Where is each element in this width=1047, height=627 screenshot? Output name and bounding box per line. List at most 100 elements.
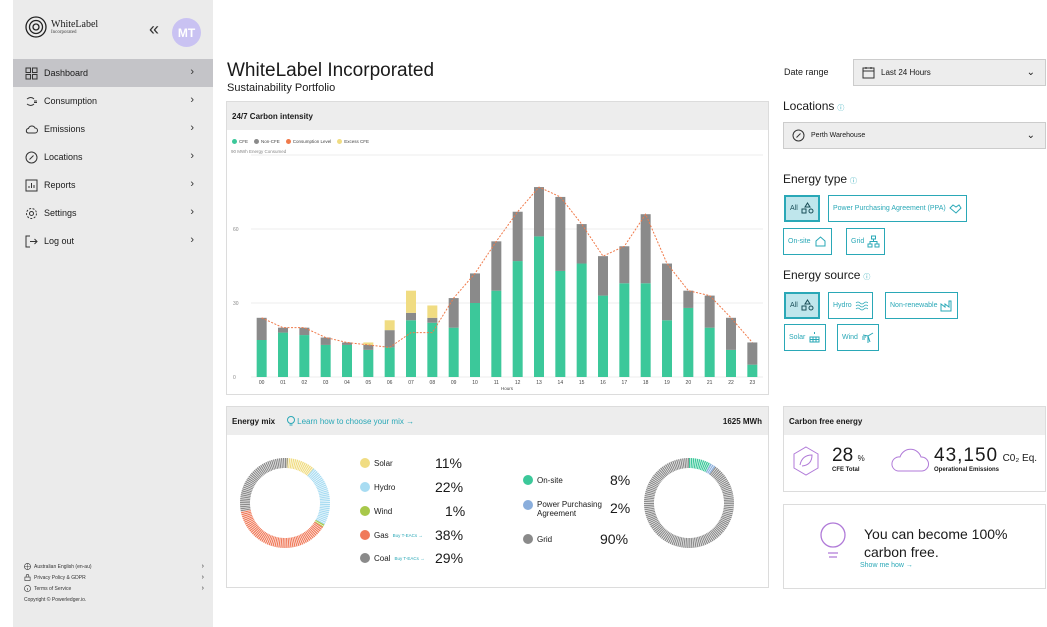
brand-sub: Incorporated bbox=[51, 29, 77, 35]
energy-type-onsite-chip[interactable]: On-site bbox=[783, 228, 832, 255]
date-range-label: Date range bbox=[784, 67, 829, 77]
date-range-select[interactable]: Last 24 Hours ⌄ bbox=[853, 59, 1046, 86]
language-label: Australian English (en-au) bbox=[34, 563, 92, 570]
gas-swatch bbox=[360, 530, 370, 540]
grid-swatch bbox=[523, 534, 533, 544]
logo-spiral-icon bbox=[25, 16, 47, 38]
mix-source-solar: Solar 11% bbox=[360, 455, 462, 471]
bar-cfe bbox=[256, 340, 267, 377]
sidebar-item-logout[interactable]: Log out › bbox=[13, 227, 213, 255]
bar-cfe bbox=[598, 295, 608, 377]
sidebar-item-label: Reports bbox=[44, 180, 76, 190]
info-icon[interactable]: ⓘ bbox=[850, 178, 857, 185]
chevron-right-icon: › bbox=[190, 94, 194, 106]
bar-noncfe bbox=[534, 187, 544, 237]
bar-cfe bbox=[576, 263, 587, 377]
chip-label: All bbox=[790, 205, 798, 212]
energy-source-title: Energy source ⓘ bbox=[783, 268, 871, 282]
wind-turbine-icon bbox=[861, 332, 874, 343]
info-icon[interactable]: ⓘ bbox=[837, 105, 844, 112]
source-pct: 29% bbox=[435, 550, 464, 566]
x-tick-label: 18 bbox=[643, 380, 649, 386]
sidebar: WhiteLabel Incorporated « MT Dashboard ›… bbox=[13, 0, 213, 627]
x-tick-label: 23 bbox=[750, 380, 756, 386]
bar-excess bbox=[384, 320, 395, 331]
x-tick-label: 13 bbox=[536, 380, 542, 386]
sidebar-item-label: Log out bbox=[44, 236, 75, 246]
energy-mix-header: Energy mix Learn how to choose your mix … bbox=[227, 407, 768, 435]
bar-excess bbox=[406, 290, 416, 313]
info-icon[interactable]: ⓘ bbox=[863, 274, 870, 281]
x-tick-label: 16 bbox=[600, 380, 606, 386]
chevron-right-icon: › bbox=[190, 234, 194, 246]
energy-source-wind-chip[interactable]: Wind bbox=[837, 324, 879, 351]
lightbulb-icon bbox=[820, 522, 846, 558]
energy-type-grid-chip[interactable]: Grid bbox=[846, 228, 886, 255]
carbon-intensity-title: 24/7 Carbon intensity bbox=[227, 102, 768, 130]
donut-slice-solar bbox=[284, 458, 314, 477]
terms-link[interactable]: Terms of Service › bbox=[24, 583, 204, 594]
sidebar-item-settings[interactable]: Settings › bbox=[13, 199, 213, 227]
bar-cfe bbox=[726, 349, 736, 377]
mix-type-grid: Grid 90% bbox=[523, 531, 628, 547]
shapes-icon bbox=[801, 202, 814, 214]
language-link[interactable]: Australian English (en-au) › bbox=[24, 561, 204, 572]
bar-noncfe bbox=[427, 317, 438, 323]
chip-label: Solar bbox=[789, 334, 806, 341]
bar-noncfe bbox=[491, 241, 502, 291]
sidebar-item-label: Emissions bbox=[44, 124, 86, 134]
hydro-swatch bbox=[360, 482, 370, 492]
show-me-how-link[interactable]: Show me how → bbox=[860, 562, 913, 569]
energy-type-ppa-chip[interactable]: Power Purchasing Agreement (PPA) bbox=[828, 195, 967, 222]
sidebar-item-label: Settings bbox=[44, 208, 77, 218]
source-pct: 1% bbox=[445, 503, 466, 519]
energy-source-solar-chip[interactable]: Solar bbox=[784, 324, 827, 351]
cfe-pct-value: 28 bbox=[832, 445, 854, 466]
bar-cfe bbox=[747, 364, 758, 377]
buy-teacs-link[interactable]: Buy T-EACs → bbox=[393, 533, 423, 538]
sidebar-item-emissions[interactable]: Emissions › bbox=[13, 115, 213, 143]
bar-cfe bbox=[683, 307, 694, 377]
brand-logo[interactable]: WhiteLabel Incorporated bbox=[25, 16, 98, 38]
energy-mix-card: Energy mix Learn how to choose your mix … bbox=[226, 406, 769, 588]
buy-teacs-link[interactable]: Buy T-EACs → bbox=[394, 556, 424, 561]
learn-mix-link[interactable]: Learn how to choose your mix → bbox=[285, 415, 414, 427]
source-label: Solar bbox=[374, 458, 393, 468]
chip-label: Non-renewable bbox=[890, 302, 938, 309]
chip-label: Power Purchasing Agreement (PPA) bbox=[833, 205, 946, 212]
energy-source-nonrenewable-chip[interactable]: Non-renewable bbox=[885, 292, 959, 319]
info-icon bbox=[24, 585, 31, 592]
x-tick-label: 19 bbox=[664, 380, 670, 386]
energy-source-hydro-chip[interactable]: Hydro bbox=[828, 292, 873, 319]
energy-type-all-chip[interactable]: All bbox=[784, 195, 820, 222]
chevron-right-icon: › bbox=[201, 585, 204, 592]
bar-noncfe bbox=[747, 342, 758, 365]
carbon-free-promo-card: You can become 100% carbon free. Show me… bbox=[783, 504, 1046, 589]
lightbulb-icon bbox=[287, 416, 296, 426]
bar-cfe bbox=[278, 332, 288, 377]
bar-excess bbox=[363, 342, 374, 345]
carbon-free-energy-card: Carbon free energy 28 % CFE Total 43,150… bbox=[783, 406, 1046, 492]
date-range-value: Last 24 Hours bbox=[881, 68, 931, 77]
donut-slice-gas bbox=[240, 509, 323, 548]
collapse-sidebar-button[interactable]: « bbox=[149, 20, 159, 38]
bar-noncfe bbox=[256, 317, 267, 340]
energy-source-all-chip[interactable]: All bbox=[784, 292, 820, 319]
page-title: WhiteLabel Incorporated bbox=[227, 60, 435, 81]
x-tick-label: 14 bbox=[558, 380, 564, 386]
avatar[interactable]: MT bbox=[172, 18, 201, 47]
privacy-link[interactable]: Privacy Policy & GDPR › bbox=[24, 572, 204, 583]
plug-icon bbox=[26, 96, 37, 106]
bar-noncfe bbox=[555, 196, 566, 271]
sidebar-item-consumption[interactable]: Consumption › bbox=[13, 87, 213, 115]
waves-icon bbox=[855, 301, 868, 311]
sidebar-item-dashboard[interactable]: Dashboard › bbox=[13, 59, 213, 87]
x-tick-label: 11 bbox=[494, 380, 499, 386]
sidebar-item-locations[interactable]: Locations › bbox=[13, 143, 213, 171]
location-select[interactable]: Perth Warehouse ⌄ bbox=[783, 122, 1046, 149]
type-pct: 90% bbox=[600, 531, 629, 547]
bar-noncfe bbox=[448, 298, 459, 328]
operational-emissions: 43,150 C0₂ Eq. Operational Emissions bbox=[934, 445, 1037, 473]
chevron-right-icon: › bbox=[201, 574, 204, 581]
sidebar-item-reports[interactable]: Reports › bbox=[13, 171, 213, 199]
